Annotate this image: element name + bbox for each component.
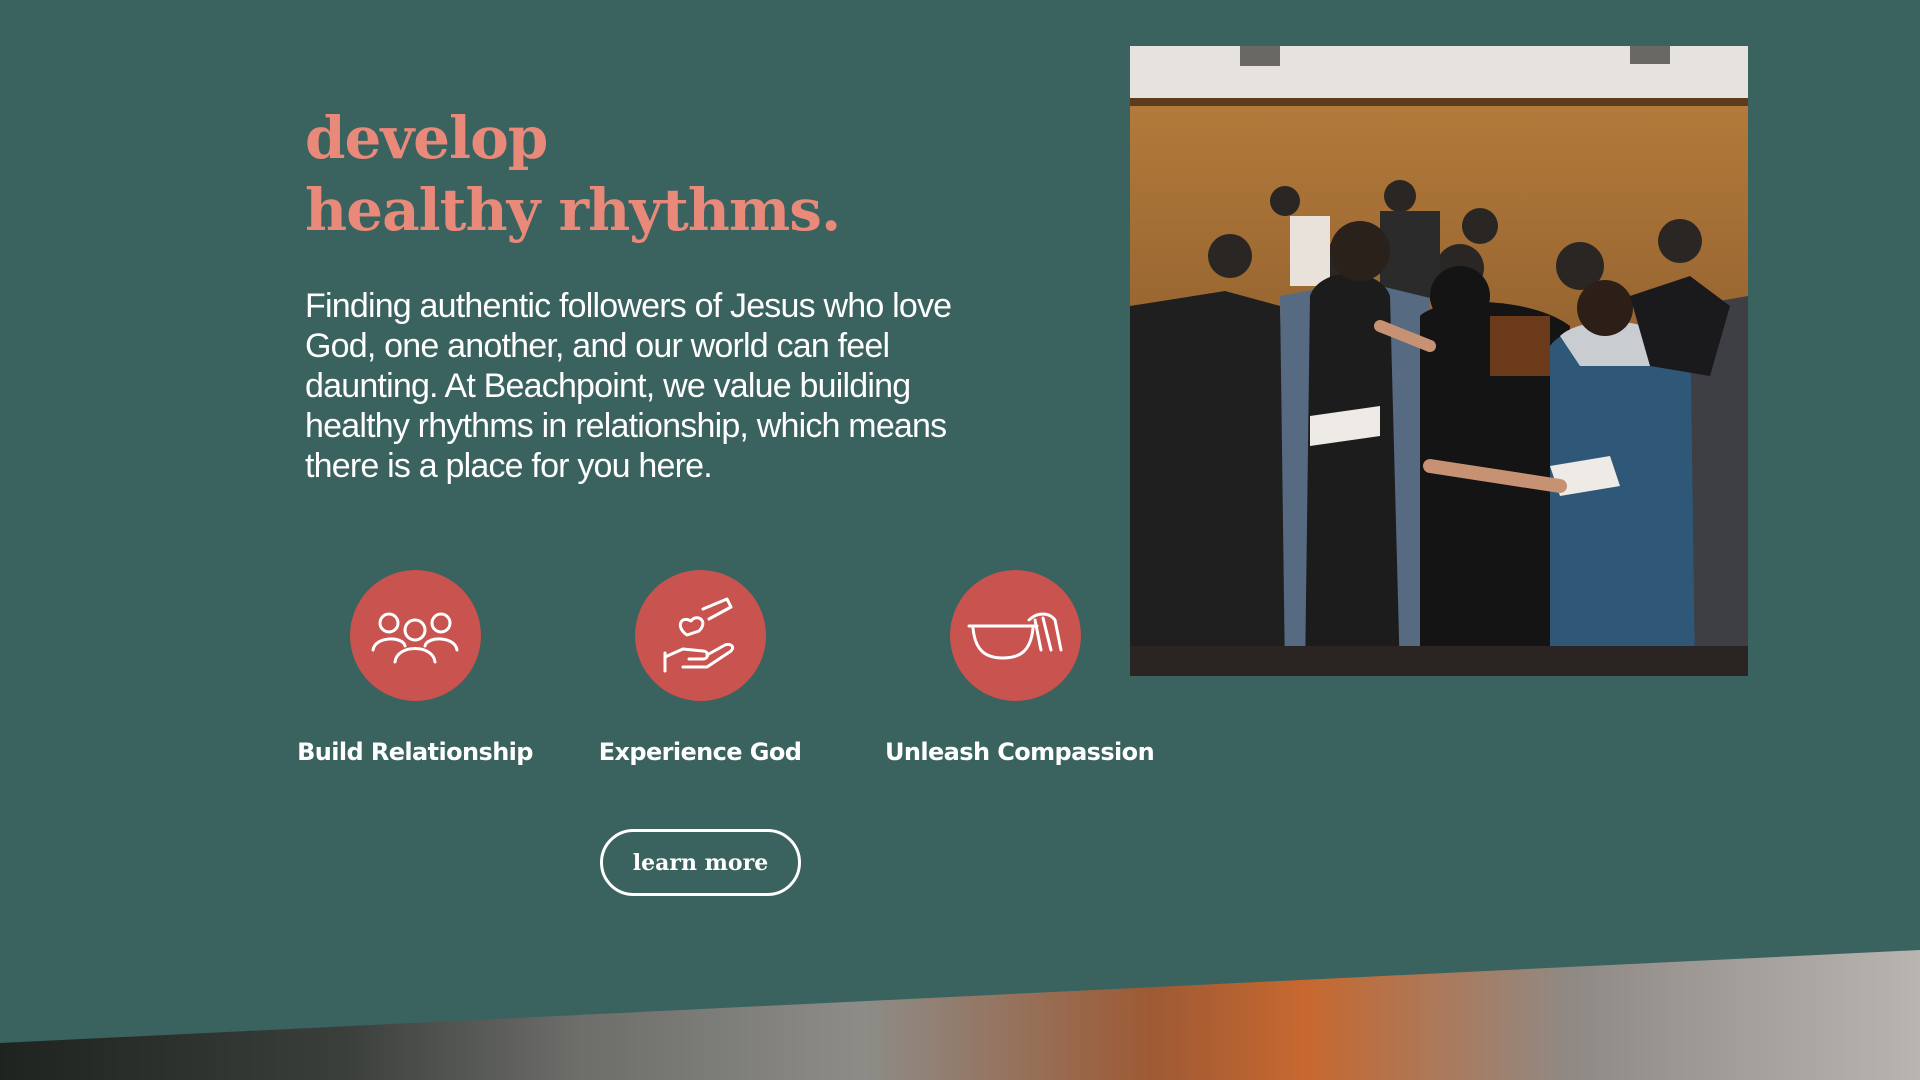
heading-line-2: healthy rhythms. [305, 176, 841, 244]
section-heading: develop healthy rhythms. [305, 102, 841, 246]
background-photo-strip [0, 950, 1920, 1080]
heading-line-1: develop [305, 104, 548, 172]
hands-heart-icon [634, 570, 766, 701]
people-group-icon [349, 570, 481, 701]
pillar-label: Unleash Compassion [885, 738, 1155, 766]
pillar-experience-god: Experience God [570, 570, 830, 766]
intro-paragraph: Finding authentic followers of Jesus who… [305, 287, 952, 485]
pillar-label: Experience God [598, 738, 802, 766]
pillar-build-relationship: Build Relationship [285, 570, 545, 766]
worship-group-photo [1130, 46, 1748, 676]
basin-towel-icon [949, 570, 1081, 701]
pillar-label: Build Relationship [297, 738, 533, 766]
learn-more-button[interactable]: learn more [600, 829, 801, 896]
pillar-unleash-compassion: Unleash Compassion [885, 570, 1155, 766]
